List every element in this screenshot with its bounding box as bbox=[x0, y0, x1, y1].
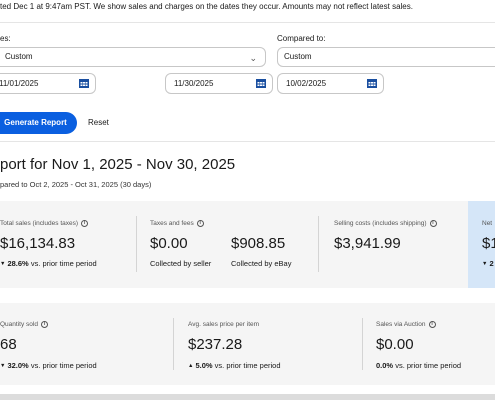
end-date-value: 11/30/2025 bbox=[174, 79, 214, 88]
arrow-down-icon: ▼ bbox=[0, 261, 6, 268]
divider bbox=[0, 22, 495, 23]
arrow-up-icon: ▲ bbox=[188, 363, 194, 370]
report-subtitle: pared to Oct 2, 2025 - Oct 31, 2025 (30 … bbox=[0, 180, 152, 189]
arrow-down-icon: ▼ bbox=[482, 261, 488, 268]
horizontal-scrollbar[interactable] bbox=[0, 394, 495, 400]
report-title: port for Nov 1, 2025 - Nov 30, 2025 bbox=[0, 156, 236, 173]
metrics-card-items bbox=[0, 303, 495, 385]
divider bbox=[173, 318, 174, 370]
metric-auction-change: 0.0% vs. prior time period bbox=[376, 361, 462, 370]
metric-net-value: $1 bbox=[482, 235, 495, 252]
start-date-value: 11/01/2025 bbox=[0, 79, 39, 88]
arrow-down-icon: ▼ bbox=[0, 363, 6, 370]
metric-total-sales-value: $16,134.83 bbox=[0, 235, 76, 252]
reset-button[interactable]: Reset bbox=[88, 118, 109, 127]
chevron-down-icon: ⌄ bbox=[249, 53, 257, 63]
metric-quantity-sold-value: 68 bbox=[0, 336, 17, 353]
compare-label: Compared to: bbox=[277, 34, 326, 43]
metric-avg-price-change: ▲ 5.0% vs. prior time period bbox=[188, 361, 281, 370]
metric-net-change: ▼ 2 bbox=[482, 259, 494, 268]
divider bbox=[318, 216, 319, 272]
metric-taxes-ebay-value: $908.85 bbox=[231, 235, 286, 252]
calendar-icon[interactable] bbox=[367, 79, 377, 88]
metric-quantity-sold-label: Quantity sold i bbox=[0, 321, 48, 328]
metric-net-label: Net bbox=[482, 220, 493, 227]
info-icon[interactable]: i bbox=[429, 220, 437, 227]
metric-taxes-seller-value: $0.00 bbox=[150, 235, 188, 252]
period-select[interactable]: Custom ⌄ bbox=[0, 47, 266, 67]
metric-total-sales-change: ▼ 28.6% vs. prior time period bbox=[0, 259, 97, 268]
metric-selling-costs-label: Selling costs (includes shipping) i bbox=[334, 220, 437, 227]
data-freshness-note: ted Dec 1 at 9:47am PST. We show sales a… bbox=[0, 2, 413, 11]
metric-total-sales-label: Total sales (includes taxes) i bbox=[0, 220, 89, 227]
divider bbox=[362, 318, 363, 370]
metric-taxes-ebay-caption: Collected by eBay bbox=[231, 259, 292, 268]
divider bbox=[0, 141, 495, 142]
period-select-value: Custom bbox=[5, 52, 33, 61]
info-icon[interactable]: i bbox=[81, 220, 89, 227]
metric-selling-costs-value: $3,941.99 bbox=[334, 235, 401, 252]
metric-taxes-fees-label: Taxes and fees i bbox=[150, 220, 204, 227]
info-icon[interactable]: i bbox=[196, 220, 204, 227]
metric-avg-price-label: Avg. sales price per item bbox=[188, 321, 260, 328]
metric-auction-label: Sales via Auction i bbox=[376, 321, 436, 328]
compare-start-date-field[interactable]: 10/02/2025 bbox=[277, 73, 384, 94]
metric-quantity-sold-change: ▼ 32.0% vs. prior time period bbox=[0, 361, 97, 370]
calendar-icon[interactable] bbox=[79, 79, 89, 88]
metric-auction-value: $0.00 bbox=[376, 336, 414, 353]
metric-avg-price-value: $237.28 bbox=[188, 336, 243, 353]
divider bbox=[136, 216, 137, 272]
info-icon[interactable]: i bbox=[428, 321, 436, 328]
generate-report-button[interactable]: Generate Report bbox=[0, 112, 77, 134]
compare-select-value: Custom bbox=[284, 52, 312, 61]
metric-taxes-seller-caption: Collected by seller bbox=[150, 259, 212, 268]
compare-start-date-value: 10/02/2025 bbox=[286, 79, 327, 88]
end-date-field[interactable]: 11/30/2025 bbox=[165, 73, 273, 94]
period-label: es: bbox=[0, 34, 11, 43]
calendar-icon[interactable] bbox=[256, 79, 266, 88]
start-date-field[interactable]: 11/01/2025 bbox=[0, 73, 96, 94]
compare-select[interactable]: Custom bbox=[277, 47, 495, 67]
info-icon[interactable]: i bbox=[40, 321, 48, 328]
